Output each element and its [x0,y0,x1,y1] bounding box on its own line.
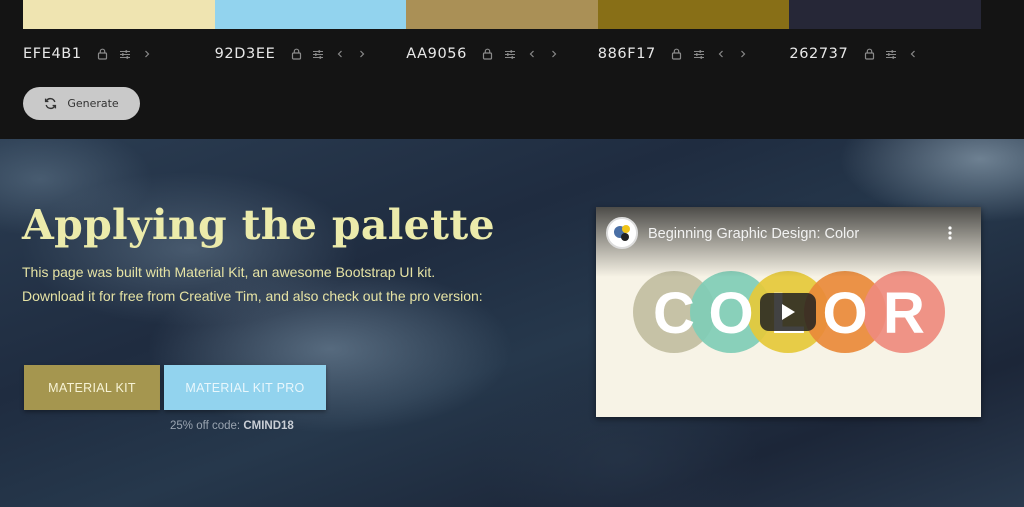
discount-prefix: 25% off code: [170,420,244,432]
thumb-letter-r: R [883,281,925,346]
video-title-bar [596,207,981,277]
hex-code[interactable]: 92D3EE [215,46,276,62]
thumb-letter-o1: O [708,281,753,346]
channel-avatar-icon[interactable] [606,217,638,249]
lock-icon[interactable] [477,43,499,65]
lock-icon[interactable] [666,43,688,65]
sliders-icon[interactable] [114,43,136,65]
hex-code[interactable]: EFE4B1 [23,46,82,62]
refresh-icon [44,97,57,110]
swatch-row [23,0,981,29]
chevron-left-icon[interactable] [902,43,924,65]
generate-button-label: Generate [67,97,119,110]
chevron-left-icon[interactable] [710,43,732,65]
palette-section: EFE4B1 92D3EE AA9056 886F17 262737 Gener… [0,0,1024,139]
sliders-icon[interactable] [688,43,710,65]
swatch-3[interactable] [406,0,598,29]
hex-code[interactable]: 262737 [789,46,848,62]
hero-description: This page was built with Material Kit, a… [22,264,483,304]
video-title[interactable]: Beginning Graphic Design: Color [648,226,859,242]
hero-section: Applying the palette This page was built… [0,139,1024,507]
swatch-5[interactable] [789,0,981,29]
swatch-controls-2: 92D3EE [215,42,407,66]
sliders-icon[interactable] [880,43,902,65]
page-title: Applying the palette [22,201,495,249]
chevron-left-icon[interactable] [521,43,543,65]
chevron-right-icon[interactable] [351,43,373,65]
discount-note: 25% off code: CMIND18 [170,420,294,432]
sliders-icon[interactable] [307,43,329,65]
thumb-letter-c: C [653,281,695,346]
more-vert-icon[interactable] [940,223,960,243]
thumb-letter-o2: O [822,281,867,346]
hex-code[interactable]: AA9056 [406,46,467,62]
swatch-controls-5: 262737 [789,42,981,66]
lock-icon[interactable] [858,43,880,65]
swatch-controls-3: AA9056 [406,42,598,66]
play-icon[interactable] [760,293,816,331]
material-kit-pro-button[interactable]: MATERIAL KIT PRO [164,365,326,410]
lock-icon[interactable] [285,43,307,65]
lock-icon[interactable] [92,43,114,65]
chevron-left-icon[interactable] [329,43,351,65]
swatch-4[interactable] [597,0,790,29]
sliders-icon[interactable] [499,43,521,65]
chevron-right-icon[interactable] [543,43,565,65]
swatch-2[interactable] [214,0,407,29]
swatch-codes-row: EFE4B1 92D3EE AA9056 886F17 262737 [23,42,981,66]
swatch-1[interactable] [23,0,215,29]
video-player[interactable]: C O L O R Beginning Graphic Design: Colo… [596,207,981,417]
swatch-controls-4: 886F17 [598,42,790,66]
generate-button[interactable]: Generate [23,87,140,120]
chevron-right-icon[interactable] [732,43,754,65]
chevron-right-icon[interactable] [136,43,158,65]
material-kit-button[interactable]: MATERIAL KIT [24,365,160,410]
swatch-controls-1: EFE4B1 [23,42,215,66]
hex-code[interactable]: 886F17 [598,46,656,62]
discount-code: CMIND18 [243,420,294,432]
